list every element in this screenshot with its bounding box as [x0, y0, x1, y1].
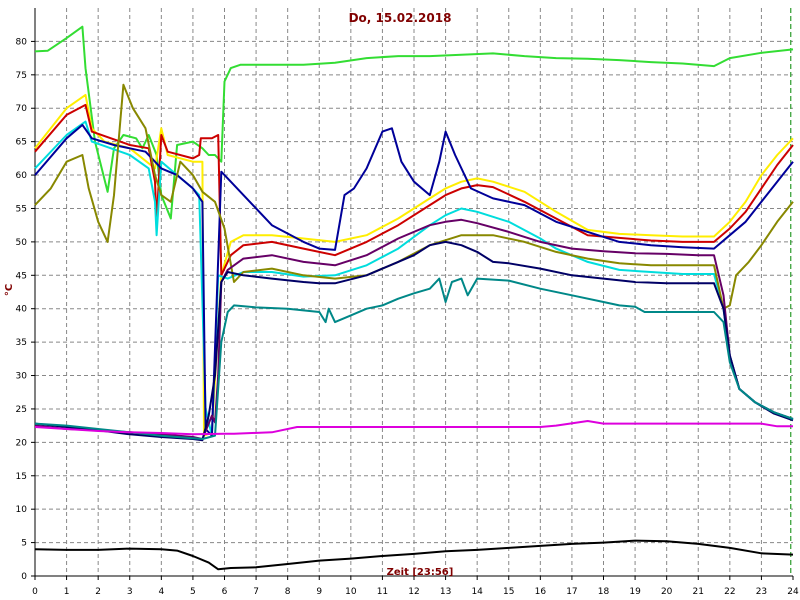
chart-frame: 0 1 2 3 4 5 6 7 8 9 10 11 12 13 14 15 16 17 18 19 20 21 22 23 24… — [0, 0, 800, 600]
y-tick-label: 80 — [16, 37, 28, 47]
x-tick-label: 21 — [693, 587, 704, 597]
y-tick-label: 25 — [16, 405, 27, 415]
x-tick-label: 22 — [724, 587, 735, 597]
y-tick-label: 50 — [16, 238, 28, 248]
x-tick-label: 9 — [316, 587, 322, 597]
y-tick-label: 55 — [16, 204, 27, 214]
x-tick-label: 14 — [471, 587, 483, 597]
x-tick-label: 17 — [566, 587, 577, 597]
y-tick-label: 45 — [16, 271, 27, 281]
y-tick-label: 70 — [16, 104, 28, 114]
y-tick-label: 15 — [16, 472, 27, 482]
x-tick-label: 19 — [629, 587, 641, 597]
line-chart: 0 1 2 3 4 5 6 7 8 9 10 11 12 13 14 15 16 17 18 19 20 21 22 23 24… — [4, 8, 799, 597]
x-tick-label: 10 — [345, 587, 357, 597]
y-tick-label: 5 — [21, 539, 27, 549]
x-tick-label: 13 — [440, 587, 451, 597]
y-tick-label: 40 — [16, 305, 28, 315]
x-tick-label: 6 — [222, 587, 228, 597]
x-axis-label: Zeit [23:56] — [387, 567, 454, 578]
x-tick-label: 5 — [190, 587, 196, 597]
tick-labels: 0 1 2 3 4 5 6 7 8 9 10 11 12 13 14 15 16 17 18 19 20 21 22 23 24… — [16, 37, 799, 597]
x-tick-label: 0 — [32, 587, 38, 597]
x-tick-label: 1 — [64, 587, 70, 597]
chart-title: Do, 15.02.2018 — [349, 11, 452, 25]
y-tick-label: 65 — [16, 138, 27, 148]
y-tick-label: 20 — [16, 438, 28, 448]
y-tick-label: 30 — [16, 372, 28, 382]
y-tick-label: 35 — [16, 338, 27, 348]
x-tick-label: 12 — [408, 587, 419, 597]
x-tick-label: 2 — [95, 587, 101, 597]
x-tick-label: 15 — [503, 587, 514, 597]
y-tick-label: 75 — [16, 71, 27, 81]
y-axis-label: °C — [4, 284, 15, 296]
grid — [35, 8, 793, 576]
y-tick-label: 0 — [21, 572, 27, 582]
x-tick-label: 18 — [598, 587, 610, 597]
x-tick-label: 4 — [158, 587, 164, 597]
y-tick-label: 60 — [16, 171, 28, 181]
x-tick-label: 8 — [285, 587, 291, 597]
x-tick-label: 24 — [787, 587, 799, 597]
x-tick-label: 23 — [756, 587, 767, 597]
x-tick-label: 3 — [127, 587, 133, 597]
x-tick-label: 11 — [377, 587, 388, 597]
x-tick-label: 7 — [253, 587, 259, 597]
x-tick-label: 16 — [535, 587, 547, 597]
y-tick-label: 10 — [16, 505, 28, 515]
x-tick-label: 20 — [661, 587, 673, 597]
